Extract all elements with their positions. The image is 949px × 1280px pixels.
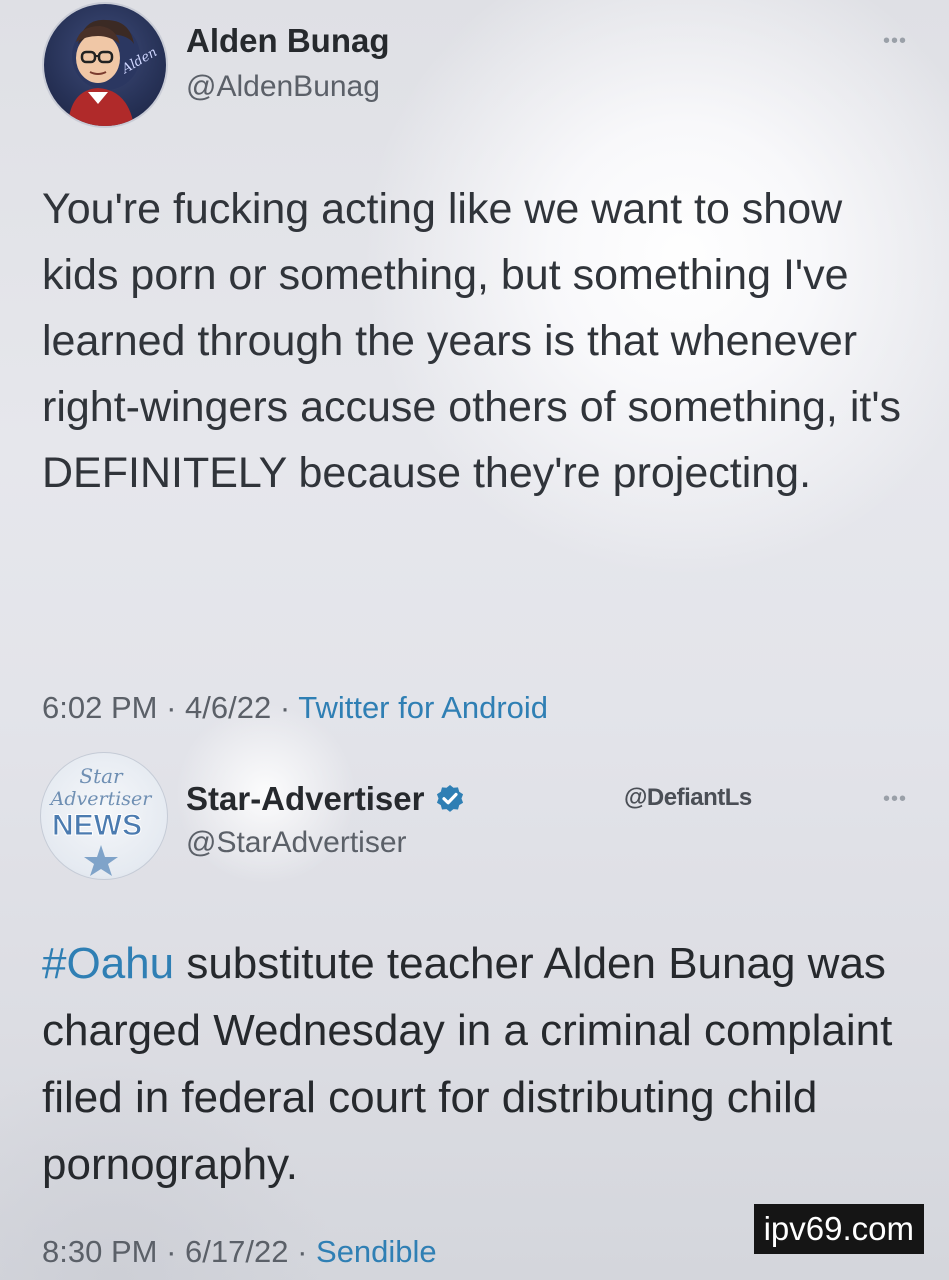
svg-text:Advertiser: Advertiser [49,788,154,810]
svg-text:Star: Star [79,764,124,788]
tweet-source-link[interactable]: Sendible [316,1234,437,1269]
watermark-badge: ipv69.com [753,1204,924,1254]
tweet-metadata: 8:30 PM · 6/17/22 · Sendible [42,1234,437,1270]
tweet-time: 6:02 PM [42,690,158,725]
tweet-time: 8:30 PM [42,1234,158,1269]
display-name[interactable]: Star-Advertiser [186,780,424,818]
avatar-alden-bunag[interactable]: Alden [42,2,168,128]
tweet-date: 6/17/22 [185,1234,289,1269]
overlay-handle-tag: @DefiantLs [624,784,752,811]
display-name[interactable]: Alden Bunag [186,22,390,60]
meta-separator: · [271,690,299,725]
user-handle[interactable]: @AldenBunag [186,70,380,104]
avatar-cartoon-icon: Alden [68,19,160,126]
hashtag-link[interactable]: #Oahu [42,939,174,988]
meta-separator: · [157,1234,186,1269]
more-options-icon[interactable]: ••• [883,30,907,53]
meta-separator: · [288,1234,317,1269]
tweet-text: You're fucking acting like we want to sh… [42,185,902,497]
tweet-text: #Oahu substitute teacher Alden Bunag was… [42,930,922,1198]
avatar-star-advertiser[interactable]: Star Advertiser NEWS [40,752,168,880]
user-handle[interactable]: @StarAdvertiser [186,826,407,860]
verified-badge-icon [437,785,464,812]
star-advertiser-logo-icon: Star Advertiser NEWS [49,764,154,876]
svg-text:NEWS: NEWS [52,809,142,842]
more-options-icon[interactable]: ••• [883,788,907,811]
tweet-source-link[interactable]: Twitter for Android [298,690,548,725]
tweet-date: 4/6/22 [185,690,272,725]
display-name-row: Star-Advertiser [186,780,466,818]
tweet-metadata: 6:02 PM · 4/6/22 · Twitter for Android [42,690,548,726]
meta-separator: · [157,690,186,725]
